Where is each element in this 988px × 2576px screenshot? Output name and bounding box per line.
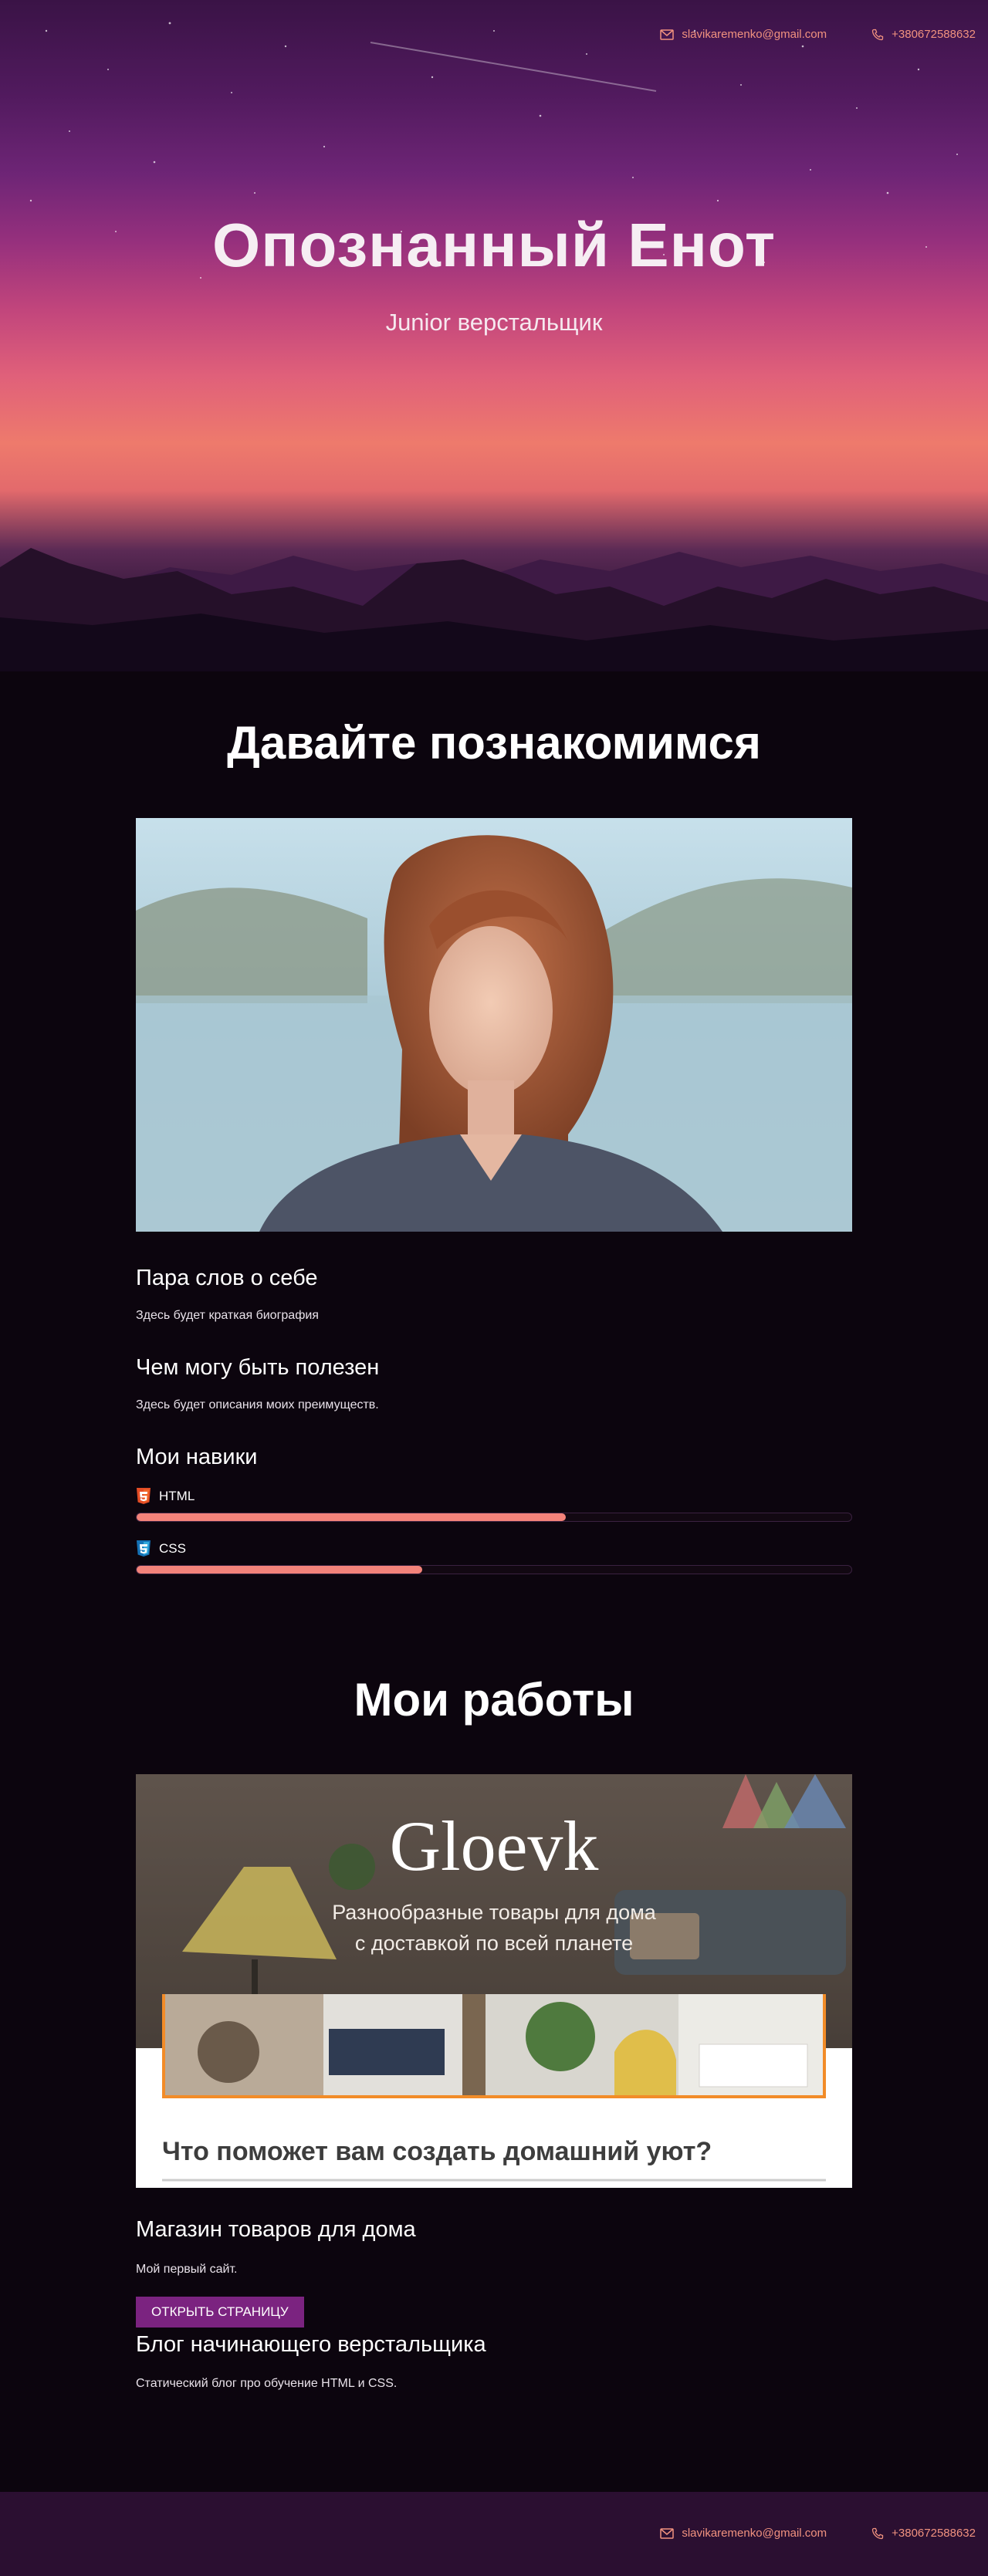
hero-subtitle: Junior верстальщик — [385, 309, 603, 336]
mountain-silhouette — [0, 548, 988, 671]
portrait-image — [136, 818, 852, 1232]
works-title: Мои работы — [354, 1674, 634, 1726]
skill-html-bar-fill — [137, 1513, 566, 1521]
about-title: Давайте познакомимся — [227, 717, 761, 769]
phone-icon — [871, 2527, 884, 2539]
header-phone-link[interactable]: +380672588632 — [871, 28, 976, 41]
header-email-link[interactable]: slavikaremenko@gmail.com — [660, 28, 827, 41]
phone-icon — [871, 29, 884, 40]
skill-css: CSS — [136, 1540, 186, 1557]
project-preview[interactable]: Gloevk Разнообразные товары для дома с д… — [136, 1774, 852, 2188]
header-contacts: slavikaremenko@gmail.com +380672588632 — [660, 28, 976, 41]
header-email: slavikaremenko@gmail.com — [682, 28, 827, 41]
footer-email: slavikaremenko@gmail.com — [682, 2527, 827, 2540]
html5-icon — [137, 1488, 151, 1504]
envelope-icon — [660, 2527, 675, 2539]
envelope-icon — [660, 29, 675, 40]
header-phone: +380672588632 — [892, 28, 976, 41]
footer-phone-link[interactable]: +380672588632 — [871, 2527, 976, 2540]
hero-title: Опознанный Енот — [211, 211, 777, 279]
footer-email-link[interactable]: slavikaremenko@gmail.com — [660, 2527, 827, 2540]
footer-contacts: slavikaremenko@gmail.com +380672588632 — [660, 2527, 976, 2540]
project-1-title: Магазин товаров для дома — [136, 2217, 416, 2242]
bio-text: Здесь будет краткая биография — [136, 1309, 319, 1322]
open-page-button[interactable]: ОТКРЫТЬ СТРАНИЦУ — [136, 2297, 304, 2328]
preview-tagline-2: с доставкой по всей планете — [354, 1932, 634, 1955]
skill-html-label: HTML — [159, 1489, 195, 1503]
useful-text: Здесь будет описания моих преимуществ. — [136, 1398, 379, 1411]
skill-html-bar — [136, 1513, 852, 1522]
useful-title: Чем могу быть полезен — [136, 1355, 380, 1380]
footer-phone: +380672588632 — [892, 2527, 976, 2540]
skill-css-bar — [136, 1565, 852, 1574]
project-1-text: Мой первый сайт. — [136, 2263, 238, 2276]
preview-brand: Gloevk — [389, 1807, 599, 1885]
skill-css-label: CSS — [159, 1541, 186, 1556]
profile-photo — [136, 818, 852, 1232]
skills-title: Мои навики — [136, 1445, 258, 1469]
footer: slavikaremenko@gmail.com +380672588632 — [0, 2492, 988, 2576]
skill-html: HTML — [136, 1488, 195, 1505]
preview-heading: Что поможет вам создать домашний уют? — [162, 2137, 712, 2166]
hero-section: slavikaremenko@gmail.com +380672588632 О… — [0, 0, 988, 671]
preview-tagline-1: Разнообразные товары для дома — [332, 1901, 656, 1924]
project-2-text: Статический блог про обучение HTML и CSS… — [136, 2377, 398, 2390]
project-2-title: Блог начинающего верстальщика — [136, 2332, 486, 2357]
skill-css-bar-fill — [137, 1566, 423, 1574]
css3-icon — [137, 1540, 151, 1557]
bio-title: Пара слов о себе — [136, 1266, 318, 1290]
